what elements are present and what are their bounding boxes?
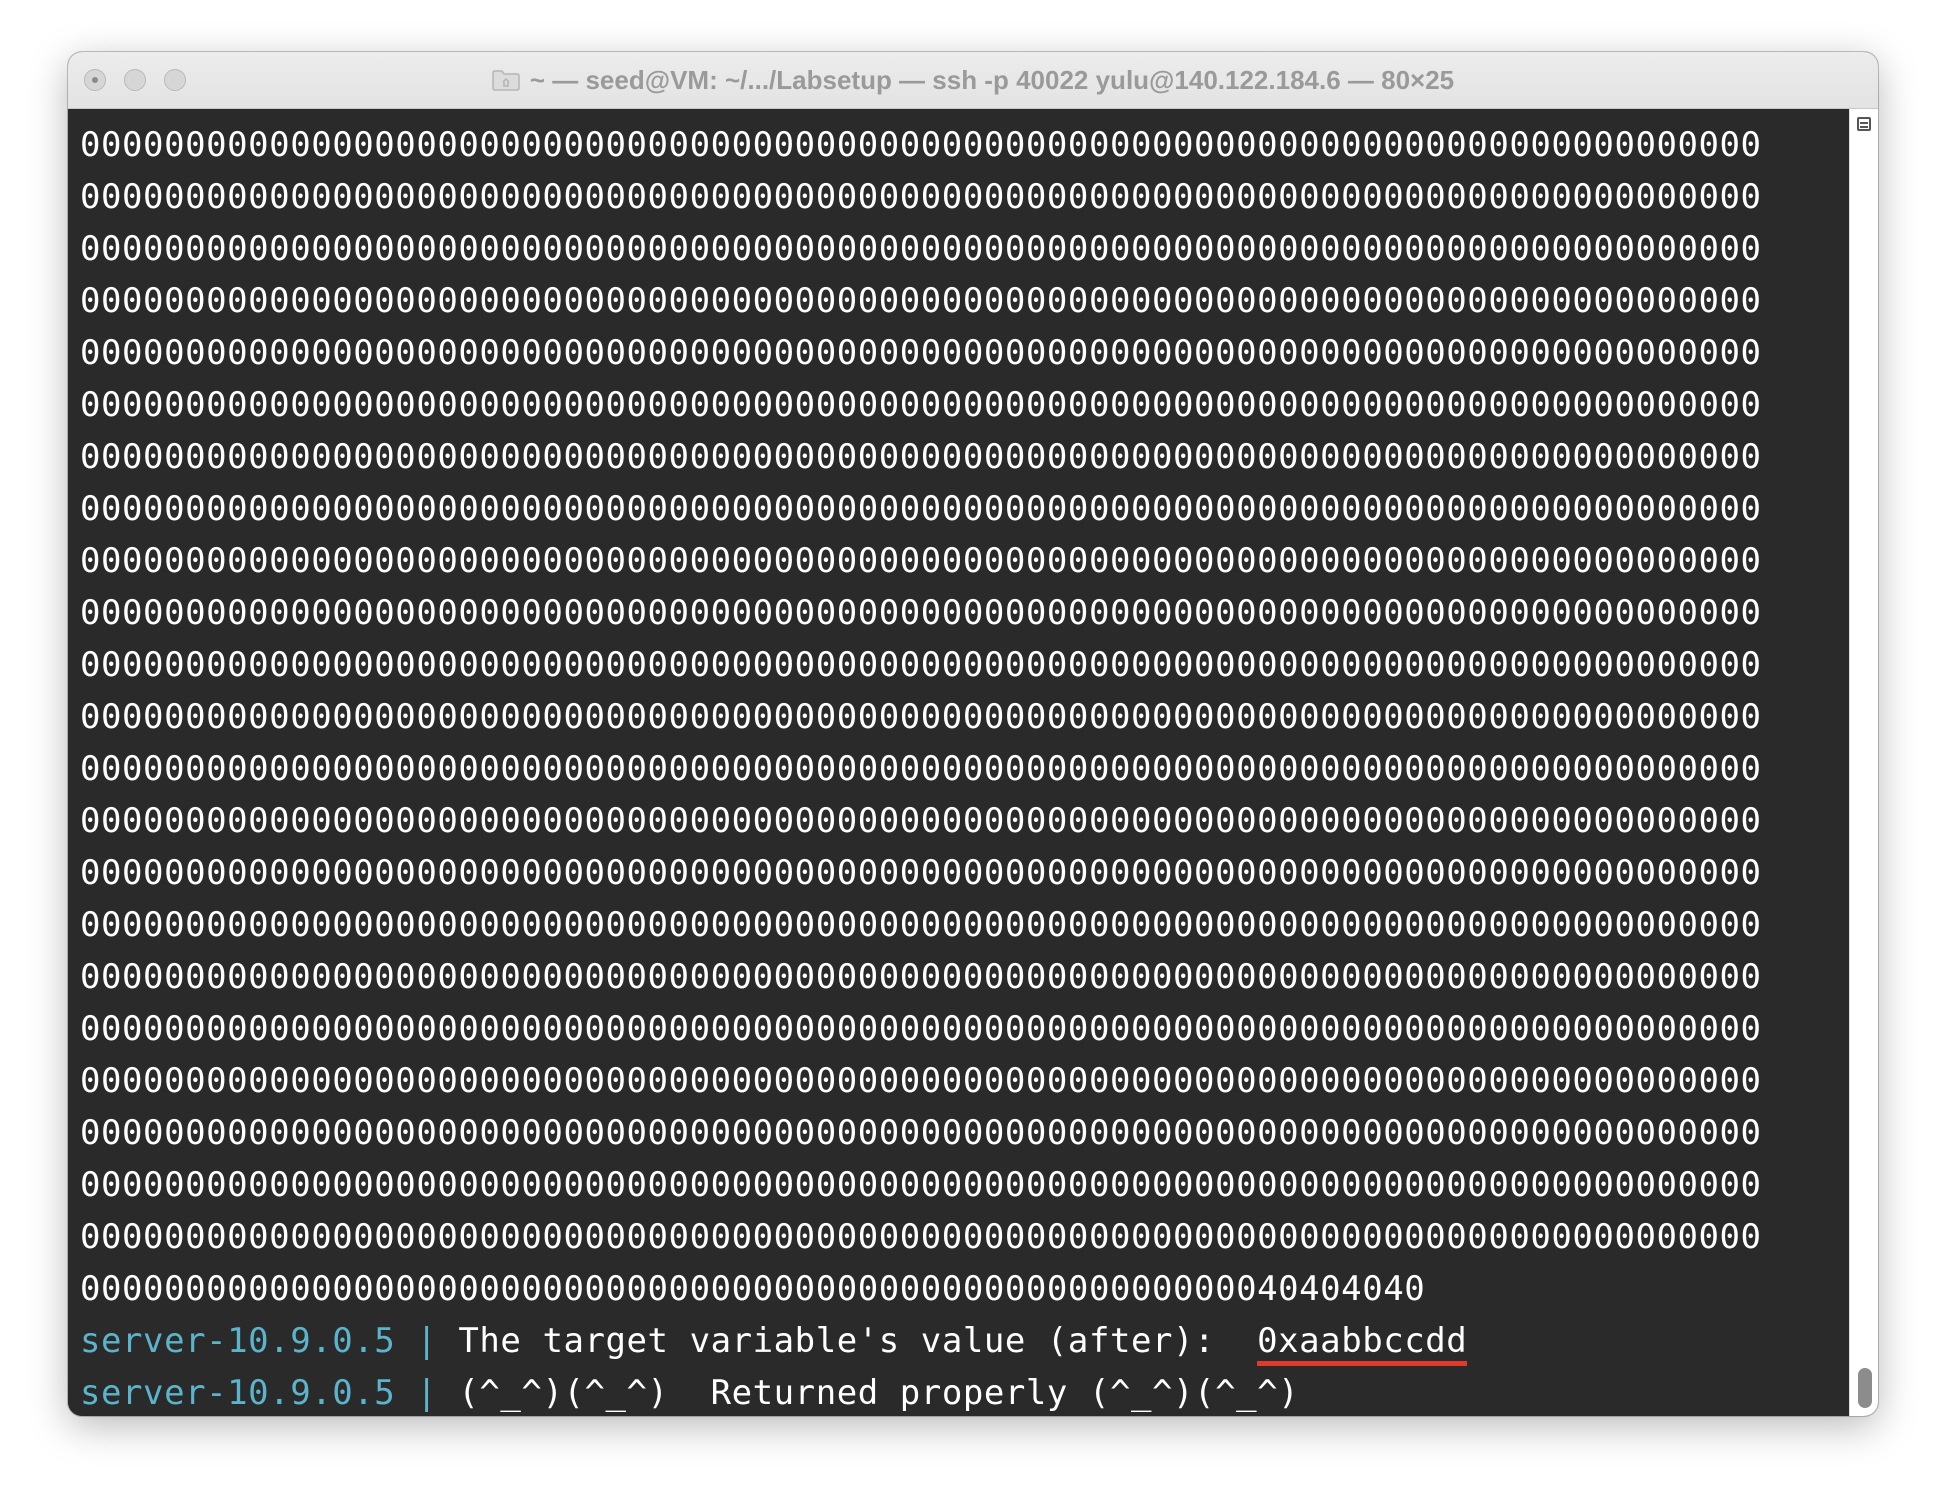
window-controls [84,69,186,91]
output-line: 0000000000000000000000000000000000000000… [80,801,1762,841]
output-line: 0000000000000000000000000000000000000000… [80,437,1762,477]
output-line: 0000000000000000000000000000000000000000… [80,1269,1426,1309]
terminal-window: ~ — seed@VM: ~/.../Labsetup — ssh -p 400… [68,52,1878,1416]
scrollbar[interactable] [1849,109,1878,1416]
output-line: 0000000000000000000000000000000000000000… [80,385,1762,425]
output-line-target-value: server-10.9.0.5 | The target variable's … [80,1315,1850,1367]
title-bar[interactable]: ~ — seed@VM: ~/.../Labsetup — ssh -p 400… [68,52,1878,109]
container-prefix: server-10.9.0.5 | [80,1321,459,1361]
output-line: 0000000000000000000000000000000000000000… [80,177,1762,217]
scrollbar-thumb[interactable] [1858,1368,1872,1408]
output-line-returned: server-10.9.0.5 | (^_^)(^_^) Returned pr… [80,1367,1850,1416]
output-line: 0000000000000000000000000000000000000000… [80,125,1762,165]
message-text: (^_^)(^_^) Returned properly (^_^)(^_^) [458,1373,1300,1413]
output-line: 0000000000000000000000000000000000000000… [80,853,1762,893]
output-line: 0000000000000000000000000000000000000000… [80,541,1762,581]
output-line: 0000000000000000000000000000000000000000… [80,697,1762,737]
output-line: 0000000000000000000000000000000000000000… [80,905,1762,945]
output-line: 0000000000000000000000000000000000000000… [80,749,1762,789]
output-line: 0000000000000000000000000000000000000000… [80,229,1762,269]
target-value-highlight: 0xaabbccdd [1257,1321,1468,1366]
container-prefix: server-10.9.0.5 | [80,1373,459,1413]
output-line: 0000000000000000000000000000000000000000… [80,593,1762,633]
window-title-group: ~ — seed@VM: ~/.../Labsetup — ssh -p 400… [492,65,1454,96]
output-line: 0000000000000000000000000000000000000000… [80,333,1762,373]
output-lines: 0000000000000000000000000000000000000000… [80,119,1850,1315]
close-button[interactable] [84,69,106,91]
folder-icon [492,69,520,91]
terminal-output[interactable]: 0000000000000000000000000000000000000000… [68,109,1850,1416]
output-line: 0000000000000000000000000000000000000000… [80,1113,1762,1153]
marks-icon[interactable] [1857,117,1871,131]
output-line: 0000000000000000000000000000000000000000… [80,1165,1762,1205]
output-line: 0000000000000000000000000000000000000000… [80,281,1762,321]
message-text: The target variable's value (after): [458,1321,1258,1361]
window-title: ~ — seed@VM: ~/.../Labsetup — ssh -p 400… [529,64,1455,95]
output-line: 0000000000000000000000000000000000000000… [80,489,1762,529]
minimize-button[interactable] [124,69,146,91]
output-line: 0000000000000000000000000000000000000000… [80,645,1762,685]
output-line: 0000000000000000000000000000000000000000… [80,957,1762,997]
output-line: 0000000000000000000000000000000000000000… [80,1217,1762,1257]
output-line: 0000000000000000000000000000000000000000… [80,1009,1762,1049]
output-line: 0000000000000000000000000000000000000000… [80,1061,1762,1101]
zoom-button[interactable] [164,69,186,91]
